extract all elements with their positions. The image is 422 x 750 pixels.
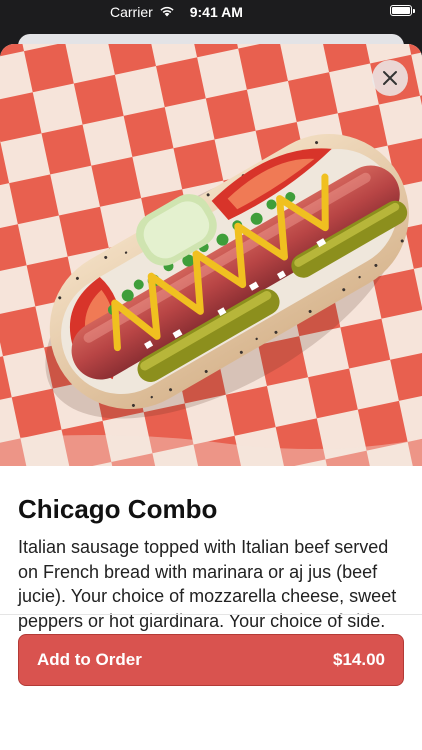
battery-icon	[390, 5, 415, 16]
status-left: Carrier	[110, 4, 175, 20]
carrier-label: Carrier	[110, 4, 153, 20]
item-description: Italian sausage topped with Italian beef…	[18, 537, 397, 631]
add-to-order-button[interactable]: Add to Order $14.00	[18, 634, 404, 686]
item-photo	[0, 44, 422, 466]
close-icon	[382, 70, 398, 86]
close-button[interactable]	[372, 60, 408, 96]
wifi-icon	[159, 4, 175, 20]
status-time: 9:41 AM	[189, 4, 243, 20]
item-info: Chicago Combo Italian sausage topped wit…	[0, 466, 422, 633]
status-bar: Carrier 9:41 AM	[0, 0, 422, 24]
screen: Carrier 9:41 AM Chicago Combo Italian sa…	[0, 0, 422, 750]
hot-dog-image	[0, 44, 422, 466]
footer-divider	[0, 614, 422, 615]
add-to-order-label: Add to Order	[37, 650, 142, 669]
order-price: $14.00	[333, 650, 385, 669]
item-title: Chicago Combo	[18, 494, 218, 524]
